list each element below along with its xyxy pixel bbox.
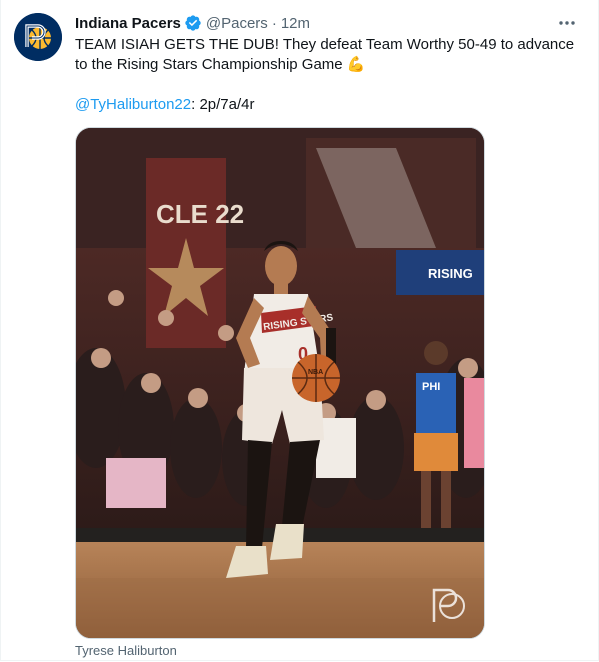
sign-text: RISING [428, 266, 473, 281]
tweet-header: Indiana Pacers @Pacers · 12m [75, 13, 310, 33]
tweet-text: TEAM ISIAH GETS THE DUB! They defeat Tea… [75, 35, 585, 115]
tweet-photo[interactable]: CLE 22 RISING PHI RISING STARS 0 NBA [75, 127, 485, 639]
mention-link[interactable]: @TyHaliburton22 [75, 96, 191, 113]
tweet-body-line: TEAM ISIAH GETS THE DUB! They defeat Tea… [75, 35, 585, 75]
tweet-card[interactable]: Indiana Pacers @Pacers · 12m TEAM ISIAH … [0, 0, 599, 661]
separator-dot: · [271, 14, 277, 32]
ball-text: NBA [308, 369, 323, 376]
more-options-button[interactable] [556, 12, 578, 34]
stat-text: : 2p/7a/4r [191, 96, 255, 113]
shirt-text: PHI [422, 381, 440, 393]
photo-basketball-player: CLE 22 RISING PHI RISING STARS 0 NBA [76, 128, 484, 638]
display-name[interactable]: Indiana Pacers [75, 15, 181, 32]
profile-avatar[interactable] [14, 13, 62, 61]
timestamp[interactable]: 12m [281, 15, 310, 32]
tweet-body: TEAM ISIAH GETS THE DUB! They defeat Tea… [75, 36, 575, 73]
photo-caption: Tyrese Haliburton [75, 643, 177, 658]
pacers-logo-icon [14, 13, 62, 61]
arena-banner-text: CLE 22 [156, 199, 244, 229]
verified-badge-icon [185, 15, 201, 31]
more-dots-icon [559, 21, 575, 25]
flexed-biceps-emoji: 💪 [346, 56, 366, 73]
tweet-stat-line: @TyHaliburton22: 2p/7a/4r [75, 95, 585, 115]
author-handle[interactable]: @Pacers [206, 15, 268, 32]
